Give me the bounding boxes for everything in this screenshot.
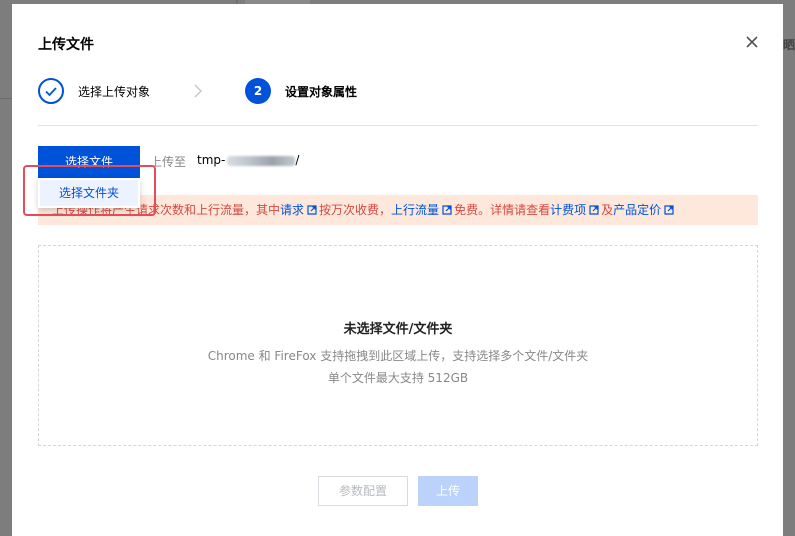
step-1-indicator: [38, 78, 64, 104]
bucket-path: tmp- /: [197, 153, 299, 167]
bucket-path-prefix: tmp-: [197, 153, 226, 167]
step-1-label: 选择上传对象: [78, 85, 151, 99]
drop-zone-title: 未选择文件/文件夹: [343, 322, 453, 337]
redacted-bucket-name: [227, 155, 296, 166]
bucket-path-suffix: /: [295, 153, 300, 167]
chevron-right-icon: [194, 84, 202, 98]
upstream-traffic-link[interactable]: 上行流量: [391, 203, 439, 217]
step-2-indicator: 2: [245, 78, 271, 104]
notice-text-2: 按万次收费，: [319, 203, 392, 217]
notice-text-4: 及: [601, 203, 614, 217]
drop-zone[interactable]: 未选择文件/文件夹 Chrome 和 FireFox 支持拖拽到此区域上传，支持…: [38, 245, 758, 446]
external-link-icon[interactable]: [442, 205, 452, 215]
dialog-title: 上传文件: [38, 37, 94, 53]
upload-button[interactable]: 上传: [418, 476, 478, 506]
requests-link[interactable]: 请求: [280, 203, 304, 217]
check-icon: [45, 87, 57, 97]
drop-zone-description: Chrome 和 FireFox 支持拖拽到此区域上传，支持选择多个文件/文件夹: [207, 349, 589, 363]
highlight-annotation: [23, 165, 156, 216]
product-pricing-link[interactable]: 产品定价: [613, 203, 661, 217]
steps: 选择上传对象 2 设置对象属性: [38, 78, 758, 108]
upload-file-dialog: 上传文件 选择上传对象 2 设置对象属性 选择文件 上传至 tmp- / 上传操作…: [12, 4, 783, 536]
external-link-icon[interactable]: [589, 205, 599, 215]
drop-zone-size-limit: 单个文件最大支持 512GB: [327, 371, 469, 385]
close-icon[interactable]: [744, 34, 760, 50]
params-config-button[interactable]: 参数配置: [318, 476, 408, 506]
external-link-icon[interactable]: [307, 205, 317, 215]
divider: [38, 125, 758, 126]
external-link-icon[interactable]: [664, 205, 674, 215]
billing-items-link[interactable]: 计费项: [550, 203, 586, 217]
notice-text-3: 免费。详情请查看: [454, 203, 551, 217]
step-2-label: 设置对象属性: [285, 85, 358, 99]
backdrop-line: [0, 98, 12, 99]
